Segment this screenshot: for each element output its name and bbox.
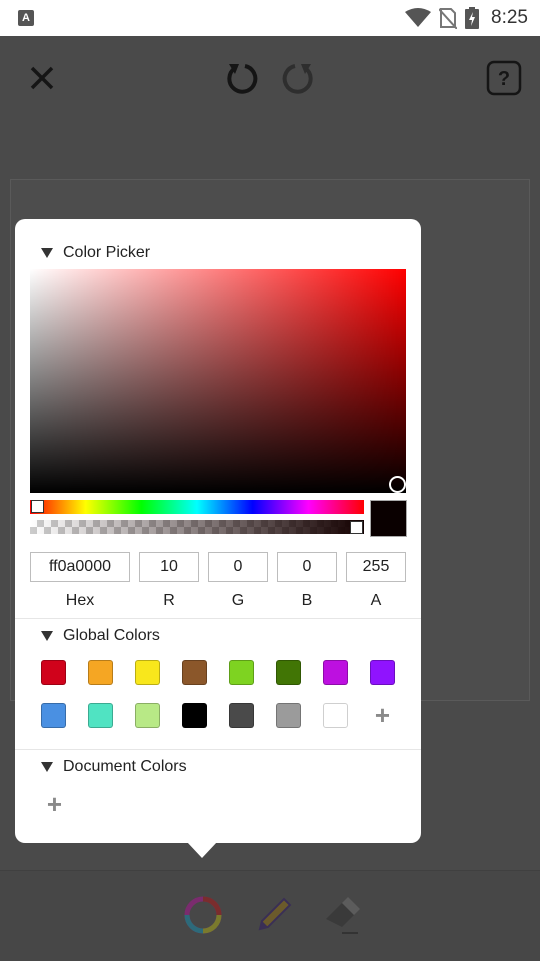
current-color-preview [370, 500, 407, 537]
color-picker-popup: Color Picker Hex R G B A Global Colors +… [15, 219, 421, 843]
global-colors-header[interactable]: Global Colors [41, 626, 160, 646]
alpha-label: A [370, 592, 382, 609]
help-icon: ? [486, 60, 522, 96]
popup-pointer-arrow [187, 842, 217, 858]
collapse-triangle-icon [41, 631, 53, 641]
section-divider [15, 618, 421, 619]
color-swatch[interactable] [88, 660, 113, 685]
color-swatch[interactable] [41, 703, 66, 728]
red-input[interactable] [139, 552, 199, 582]
hue-slider[interactable] [30, 500, 364, 514]
add-global-color-button[interactable]: + [370, 702, 395, 728]
undo-icon [227, 64, 258, 94]
color-swatch[interactable] [88, 703, 113, 728]
document-colors-header[interactable]: Document Colors [41, 757, 187, 777]
eraser-tool-button[interactable] [320, 893, 364, 937]
pencil-tool-button[interactable] [252, 893, 296, 937]
green-input[interactable] [208, 552, 268, 582]
eraser-icon [326, 897, 360, 934]
global-colors-title: Global Colors [63, 627, 160, 644]
color-swatch[interactable] [229, 660, 254, 685]
close-button[interactable] [24, 60, 60, 96]
hex-input[interactable] [30, 552, 130, 582]
color-picker-header[interactable]: Color Picker [41, 243, 150, 263]
pencil-icon [258, 897, 292, 931]
saturation-value-area[interactable] [30, 269, 406, 493]
color-swatch[interactable] [41, 660, 66, 685]
wifi-icon [405, 8, 432, 27]
clock: 8:25 [491, 7, 528, 28]
color-swatch[interactable] [135, 703, 160, 728]
color-swatch[interactable] [229, 703, 254, 728]
color-swatch[interactable] [370, 660, 395, 685]
color-tool-button[interactable] [181, 893, 225, 937]
color-wheel-icon [184, 896, 222, 934]
redo-button[interactable] [279, 58, 319, 98]
top-toolbar: ? [0, 36, 540, 120]
color-swatch[interactable] [182, 703, 207, 728]
green-label: G [231, 592, 245, 609]
alpha-slider-handle[interactable] [350, 521, 363, 534]
hex-label: Hex [65, 592, 95, 609]
add-document-color-button[interactable]: + [42, 791, 67, 817]
no-sim-icon [439, 8, 458, 29]
document-colors-title: Document Colors [63, 758, 187, 775]
saturation-value-cursor[interactable] [389, 476, 406, 493]
alpha-slider[interactable] [30, 520, 364, 534]
blue-input[interactable] [277, 552, 337, 582]
collapse-triangle-icon [41, 248, 53, 258]
color-picker-title: Color Picker [63, 244, 151, 261]
undo-button[interactable] [221, 58, 261, 98]
redo-icon [282, 64, 313, 94]
color-swatch[interactable] [276, 703, 301, 728]
red-label: R [163, 592, 175, 609]
bottom-toolbar [0, 870, 540, 961]
section-divider [15, 749, 421, 750]
help-button[interactable]: ? [484, 58, 524, 98]
color-swatch[interactable] [276, 660, 301, 685]
color-swatch[interactable] [182, 660, 207, 685]
hue-slider-handle[interactable] [31, 500, 44, 513]
alpha-input[interactable] [346, 552, 406, 582]
battery-charging-icon [465, 7, 480, 29]
color-swatch[interactable] [323, 703, 348, 728]
svg-text:?: ? [498, 68, 510, 90]
app-notification-icon: A [18, 10, 34, 26]
color-swatch[interactable] [135, 660, 160, 685]
color-swatch[interactable] [323, 660, 348, 685]
blue-label: B [301, 592, 313, 609]
close-icon [30, 66, 54, 90]
status-bar: A 8:25 [0, 0, 540, 36]
collapse-triangle-icon [41, 762, 53, 772]
